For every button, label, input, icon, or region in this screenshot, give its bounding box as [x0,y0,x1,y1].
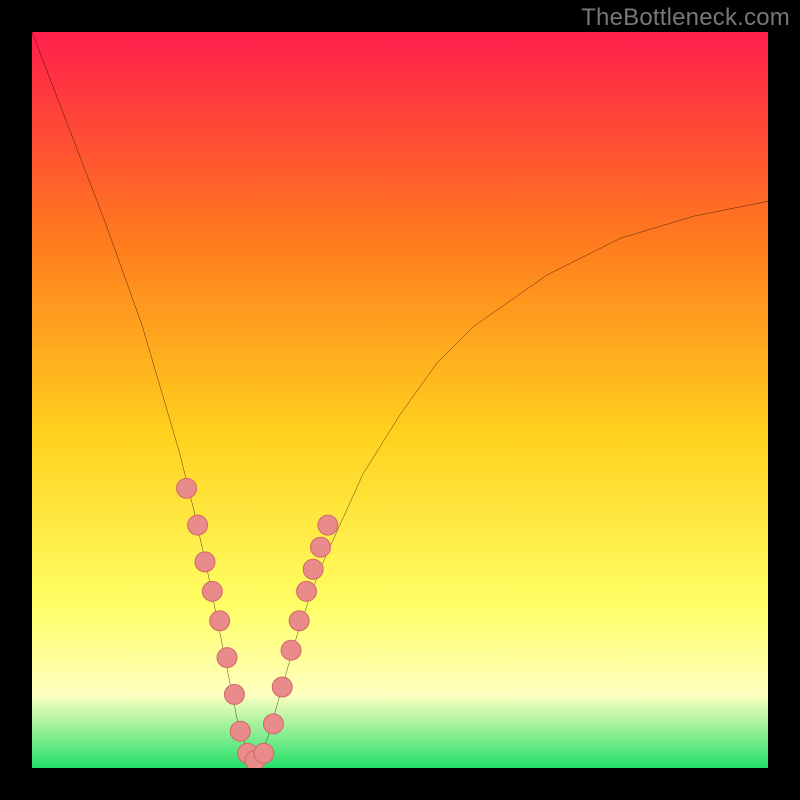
marker-dot [210,611,230,631]
marker-dot [297,581,317,601]
gradient-background [32,32,768,768]
marker-dot [311,537,331,557]
marker-dot [224,684,244,704]
marker-dot [217,648,237,668]
watermark-text: TheBottleneck.com [581,4,790,32]
marker-dot [303,559,323,579]
marker-dot [188,515,208,535]
marker-dot [177,478,197,498]
marker-dot [289,611,309,631]
chart-canvas [32,32,768,768]
marker-dot [272,677,292,697]
marker-dot [202,581,222,601]
marker-dot [254,743,274,763]
marker-dot [281,640,301,660]
marker-dot [230,721,250,741]
marker-dot [318,515,338,535]
marker-dot [195,552,215,572]
marker-dot [263,714,283,734]
outer-frame: TheBottleneck.com [0,0,800,800]
